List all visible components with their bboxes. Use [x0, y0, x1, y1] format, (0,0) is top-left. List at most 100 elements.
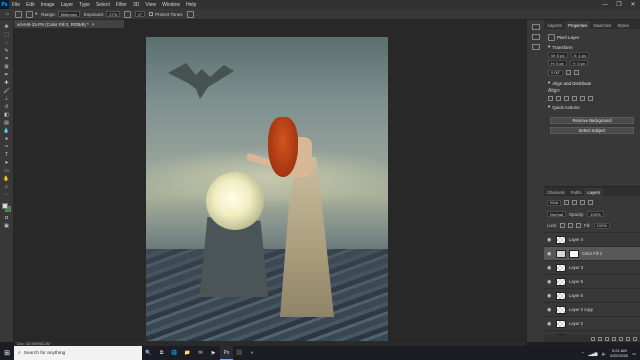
menu-edit[interactable]: Edit: [23, 2, 38, 8]
app-icon[interactable]: ⬛: [233, 346, 246, 360]
history-brush-icon[interactable]: ↺: [3, 104, 10, 110]
layer-name[interactable]: Layer 3: [569, 265, 583, 270]
file-explorer-icon[interactable]: 📁: [181, 346, 194, 360]
move-tool-icon[interactable]: ✥: [3, 24, 10, 30]
filter-type-icon[interactable]: [580, 200, 586, 205]
tab-swatches[interactable]: Swatches: [590, 21, 614, 29]
fx-icon[interactable]: [598, 336, 602, 341]
layer-name[interactable]: Color Fill 2: [582, 251, 602, 256]
align-heading[interactable]: ▾ Align and Distribute: [548, 80, 636, 86]
zoom-tool-icon[interactable]: ⌕: [3, 184, 10, 190]
menu-view[interactable]: View: [142, 2, 159, 8]
clock[interactable]: 9:21 AM 8/22/2020: [610, 348, 628, 358]
app-icon[interactable]: ◐: [246, 346, 259, 360]
range-select[interactable]: Midtones: [57, 11, 81, 17]
lock-all-icon[interactable]: [576, 223, 582, 228]
angle-field[interactable]: 0.00°: [548, 69, 564, 76]
gradient-tool-icon[interactable]: ▤: [3, 120, 10, 126]
tab-channels[interactable]: Channels: [544, 188, 568, 196]
brush-tool-icon[interactable]: 🖌: [3, 88, 10, 94]
opacity-field[interactable]: 100%: [587, 211, 604, 217]
menu-file[interactable]: File: [9, 2, 23, 8]
add-mask-icon[interactable]: [605, 336, 609, 341]
tab-paths[interactable]: Paths: [568, 188, 585, 196]
foreground-color-swatch[interactable]: [1, 203, 8, 209]
width-field[interactable]: W: 0 px: [548, 52, 568, 58]
browser-icon[interactable]: 🌐: [168, 346, 181, 360]
brush-size-picker[interactable]: ▾: [26, 10, 37, 18]
clone-stamp-icon[interactable]: ⊥: [3, 96, 10, 102]
color-swatches[interactable]: [1, 203, 12, 213]
tab-layers[interactable]: Layers: [584, 188, 603, 196]
paragraph-panel-icon[interactable]: [531, 44, 540, 50]
quick-actions-heading[interactable]: ▾ Quick Actions: [548, 104, 636, 110]
layer-name[interactable]: Layer 4: [569, 237, 583, 242]
type-tool-icon[interactable]: T: [3, 152, 10, 158]
remove-background-button[interactable]: Remove Background: [550, 117, 634, 124]
layer-row-selected[interactable]: ◉ Color Fill 2: [544, 246, 640, 260]
burn-tool-icon[interactable]: [15, 10, 22, 18]
lock-pixels-icon[interactable]: [560, 223, 566, 228]
marquee-tool-icon[interactable]: ⬚: [3, 32, 10, 38]
blend-mode-select[interactable]: Normal: [547, 211, 566, 217]
layer-row[interactable]: ◉ Layer 3: [544, 260, 640, 274]
layer-row[interactable]: ◉ Layer 2 copy: [544, 302, 640, 316]
shape-tool-icon[interactable]: ▭: [3, 168, 10, 174]
menu-layer[interactable]: Layer: [58, 2, 77, 8]
taskbar-search-box[interactable]: ⌕ Search for anything: [14, 346, 142, 360]
windows-start-icon[interactable]: ⊞: [0, 346, 14, 360]
quick-select-icon[interactable]: ✎: [3, 48, 10, 54]
filter-adjust-icon[interactable]: [572, 200, 578, 205]
visibility-eye-icon[interactable]: ◉: [547, 251, 553, 257]
visibility-eye-icon[interactable]: ◉: [547, 293, 553, 299]
layer-row[interactable]: ◉ Layer 4: [544, 232, 640, 246]
protect-tones-option[interactable]: Protect Tones: [149, 12, 183, 17]
visibility-eye-icon[interactable]: ◉: [547, 307, 553, 313]
new-group-icon[interactable]: [619, 336, 623, 341]
document-tab[interactable]: vd-6-B-15.PS (Color Fill 2, RGB/8) * ×: [14, 20, 124, 28]
document-canvas[interactable]: [146, 37, 388, 341]
align-bottom-icon[interactable]: [588, 96, 593, 101]
healing-brush-icon[interactable]: ✚: [3, 80, 10, 86]
menu-filter[interactable]: Filter: [113, 2, 130, 8]
menu-type[interactable]: Type: [76, 2, 93, 8]
maximize-button[interactable]: ❐: [612, 0, 626, 9]
menu-select[interactable]: Select: [93, 2, 113, 8]
tab-adjustments[interactable]: Adjustm: [544, 21, 565, 29]
align-top-icon[interactable]: [572, 96, 577, 101]
burn-tool-active-icon[interactable]: ●: [3, 136, 10, 142]
lock-position-icon[interactable]: [568, 223, 574, 228]
align-middle-icon[interactable]: [580, 96, 585, 101]
layer-name[interactable]: Layer 2 copy: [569, 307, 593, 312]
photoshop-taskbar-icon[interactable]: Ps: [220, 346, 233, 360]
layer-name[interactable]: Layer 6: [569, 293, 583, 298]
volume-icon[interactable]: 🔈: [601, 351, 606, 356]
menu-image[interactable]: Image: [38, 2, 58, 8]
height-field[interactable]: H: 0 px: [548, 60, 567, 66]
x-field[interactable]: X: 1 px: [570, 52, 589, 58]
filter-shape-icon[interactable]: [588, 200, 594, 205]
visibility-eye-icon[interactable]: ◉: [547, 265, 553, 271]
crop-tool-icon[interactable]: ⌗: [3, 56, 10, 62]
airbrush-icon[interactable]: [124, 10, 132, 18]
layer-name[interactable]: Layer 2: [569, 321, 583, 326]
align-left-icon[interactable]: [548, 96, 553, 101]
quick-mask-icon[interactable]: ◘: [3, 215, 10, 221]
pen-tool-icon[interactable]: ✑: [3, 144, 10, 150]
close-window-button[interactable]: ✕: [626, 0, 640, 9]
mail-icon[interactable]: ✉: [194, 346, 207, 360]
transform-heading[interactable]: ▾ Transform: [548, 44, 636, 50]
notifications-icon[interactable]: ▭: [632, 351, 636, 356]
frame-tool-icon[interactable]: ⊠: [3, 64, 10, 70]
more-tools-icon[interactable]: ⋯: [3, 192, 10, 198]
trash-icon[interactable]: [633, 336, 637, 341]
fill-field[interactable]: 100%: [593, 222, 610, 229]
layer-row[interactable]: ◉ Layer 5: [544, 274, 640, 288]
layer-name[interactable]: Layer 5: [569, 279, 583, 284]
network-icon[interactable]: ▂▄▆: [588, 351, 597, 356]
visibility-eye-icon[interactable]: ◉: [547, 321, 553, 327]
libraries-panel-icon[interactable]: [531, 34, 540, 40]
adjustment-layer-icon[interactable]: [612, 336, 616, 341]
exposure-field[interactable]: 27%: [106, 11, 121, 17]
canvas-area[interactable]: [14, 28, 526, 341]
